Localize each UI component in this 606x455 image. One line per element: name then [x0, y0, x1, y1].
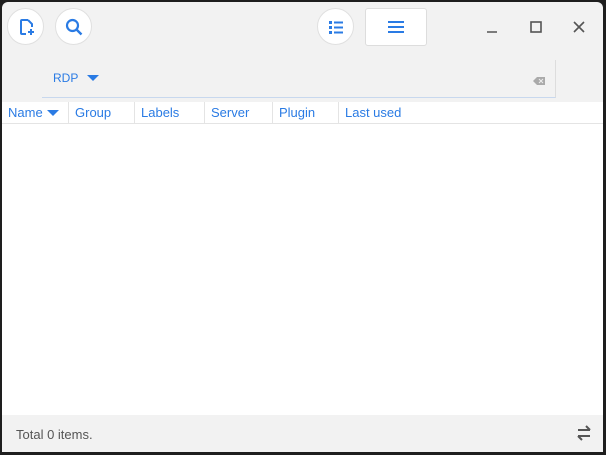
minimize-button[interactable]	[481, 16, 503, 38]
hamburger-menu-icon	[388, 21, 404, 33]
chevron-down-icon	[87, 75, 100, 81]
connection-table: Name Group Labels Server Plugin Last use…	[2, 102, 603, 415]
column-header-plugin[interactable]: Plugin	[273, 102, 339, 124]
list-detail-icon	[328, 20, 343, 34]
clear-button[interactable]	[533, 73, 545, 91]
close-button[interactable]	[568, 16, 590, 38]
swap-arrows-icon[interactable]	[575, 425, 593, 441]
column-header-name[interactable]: Name	[2, 102, 69, 124]
remmina-window: RDP Name Group Labels Server Plugin Last…	[2, 2, 603, 452]
protocol-dropdown[interactable]: RDP	[53, 71, 100, 85]
total-items-label: Total 0 items.	[16, 427, 93, 442]
new-connection-button[interactable]	[7, 8, 44, 45]
list-view-button[interactable]	[317, 8, 354, 45]
status-bar: Total 0 items.	[2, 415, 603, 452]
column-header-labels[interactable]: Labels	[135, 102, 205, 124]
column-header-group[interactable]: Group	[69, 102, 135, 124]
backspace-clear-icon	[533, 77, 545, 85]
main-menu-button[interactable]	[365, 8, 427, 46]
minimize-icon	[487, 31, 497, 33]
protocol-label: RDP	[53, 71, 79, 85]
maximize-button[interactable]	[525, 16, 547, 38]
search-button[interactable]	[55, 8, 92, 45]
file-plus-icon	[19, 18, 34, 35]
maximize-icon	[530, 21, 542, 33]
sort-descending-icon	[46, 110, 59, 116]
search-icon	[65, 18, 82, 35]
close-icon	[573, 21, 585, 33]
table-header: Name Group Labels Server Plugin Last use…	[2, 102, 603, 124]
column-header-last-used[interactable]: Last used	[339, 102, 401, 124]
column-header-server[interactable]: Server	[205, 102, 273, 124]
quick-connect-bar: RDP	[42, 60, 556, 98]
